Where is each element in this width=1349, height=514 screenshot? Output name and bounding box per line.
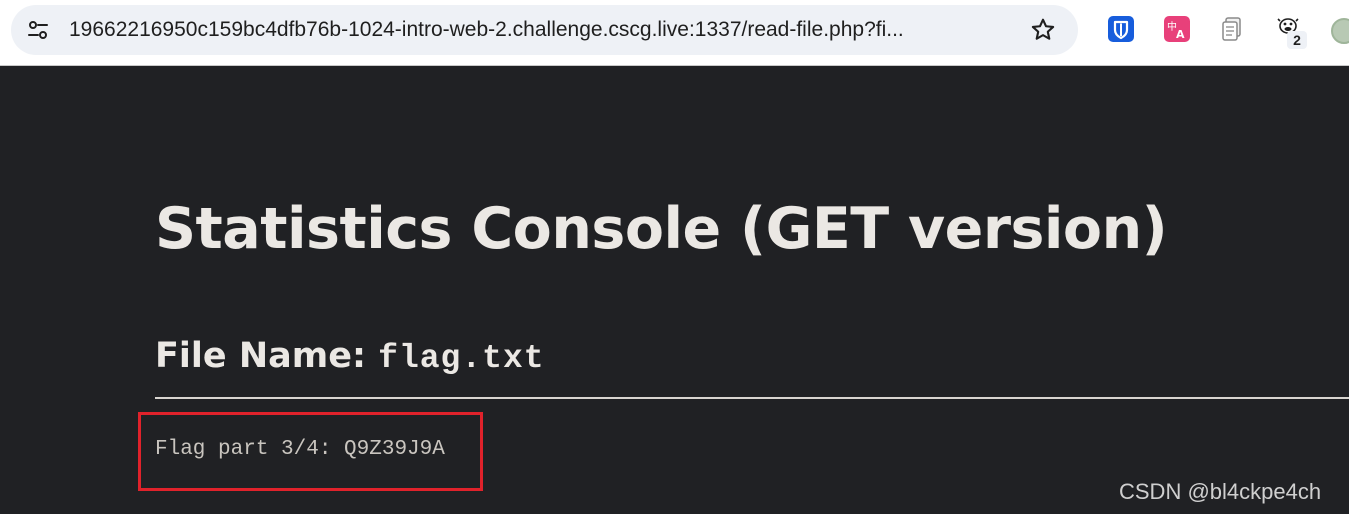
copy-icon[interactable] [1219,15,1247,45]
profile-avatar[interactable] [1331,18,1349,44]
extension-badge: 2 [1287,31,1307,49]
file-name-value: flag.txt [378,340,545,377]
translate-icon[interactable]: 中 A [1163,15,1191,45]
divider [155,397,1349,399]
svg-text:A: A [1176,28,1185,41]
page-content: Statistics Console (GET version) File Na… [0,67,1349,514]
file-name-label: File Name: [155,336,366,376]
star-icon[interactable] [1029,16,1057,44]
page-title: Statistics Console (GET version) [155,196,1168,262]
highlight-box [138,412,483,491]
site-info-icon[interactable] [24,16,52,44]
url-text[interactable]: 19662216950c159bc4dfb76b-1024-intro-web-… [69,17,1029,43]
browser-toolbar: 19662216950c159bc4dfb76b-1024-intro-web-… [0,0,1349,66]
watermark: CSDN @bl4ckpe4ch [1119,479,1322,504]
address-bar[interactable]: 19662216950c159bc4dfb76b-1024-intro-web-… [11,5,1078,55]
file-name-heading: File Name: flag.txt [155,330,545,385]
bitwarden-icon[interactable] [1107,15,1135,45]
